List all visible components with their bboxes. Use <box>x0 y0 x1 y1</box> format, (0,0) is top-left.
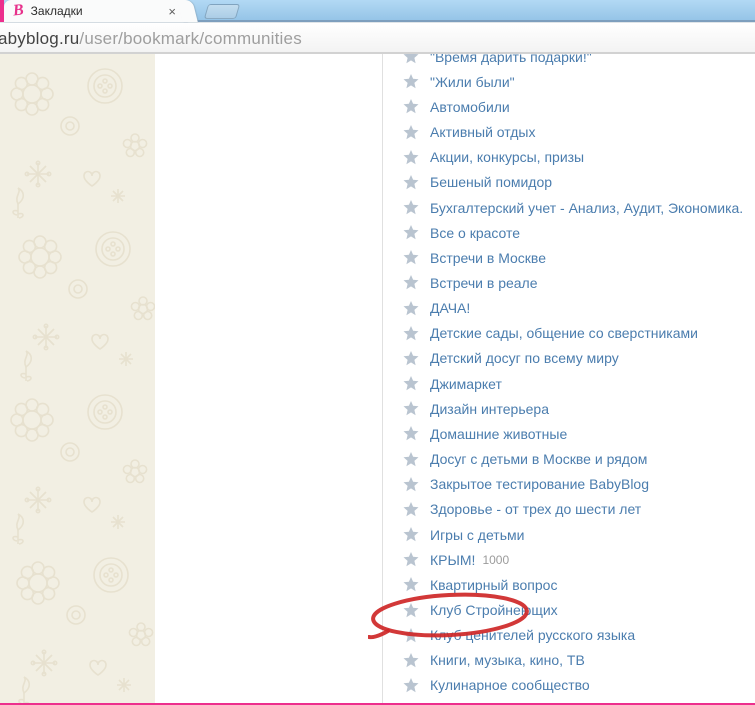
star-icon[interactable] <box>403 74 419 89</box>
bookmark-link[interactable]: Все о красоте <box>430 225 520 241</box>
bookmark-link[interactable]: Встречи в Москве <box>430 250 546 266</box>
decorative-doodle-sidebar <box>0 54 156 705</box>
bookmark-list-item[interactable]: Автомобили <box>383 94 755 119</box>
bookmark-list-item[interactable]: Закрытое тестирование BabyBlog <box>383 472 755 497</box>
bookmark-list-item[interactable]: ДАЧА! <box>383 296 755 321</box>
star-icon[interactable] <box>403 577 419 592</box>
bookmark-list-item[interactable]: Детский досуг по всему миру <box>383 346 755 371</box>
bookmark-link[interactable]: Здоровье - от трех до шести лет <box>430 501 641 517</box>
browser-tab-bookmarks[interactable]: В Закладки × <box>4 0 188 22</box>
bookmark-link[interactable]: "Жили были" <box>430 74 515 90</box>
babyblog-b-icon: В <box>12 1 25 20</box>
star-icon[interactable] <box>403 99 419 114</box>
bookmark-list-item[interactable]: Детские сады, общение со сверстниками <box>383 321 755 346</box>
bookmark-link[interactable]: ДАЧА! <box>430 300 470 316</box>
star-icon[interactable] <box>403 200 419 215</box>
page-content: "Время дарить подарки!" "Жили были" Авто… <box>0 54 755 705</box>
star-icon[interactable] <box>403 149 419 165</box>
tab-close-icon[interactable]: × <box>168 4 176 19</box>
address-bar[interactable]: abyblog.ru/user/bookmark/communities <box>0 22 755 54</box>
star-icon[interactable] <box>403 451 419 467</box>
bookmark-list-item[interactable]: "Жили были" <box>383 69 755 94</box>
bookmark-link[interactable]: Активный отдых <box>430 124 535 140</box>
browser-window: В Закладки × abyblog.ru/user/bookmark/co… <box>0 0 755 705</box>
star-icon[interactable] <box>403 325 419 341</box>
bookmark-list: "Время дарить подарки!" "Жили были" Авто… <box>383 54 755 698</box>
bookmark-list-item[interactable]: Здоровье - от трех до шести лет <box>383 497 755 522</box>
new-tab-button[interactable] <box>203 4 241 19</box>
bookmark-list-item[interactable]: Встречи в Москве <box>383 245 755 270</box>
star-icon[interactable] <box>403 124 419 140</box>
bookmark-list-item[interactable]: Бухгалтерский учет - Анализ, Аудит, Экон… <box>383 195 755 220</box>
bookmark-link[interactable]: Клуб ценителей русского языка <box>430 627 635 643</box>
bookmark-list-item[interactable]: Квартирный вопрос <box>383 572 755 597</box>
bookmark-link[interactable]: Квартирный вопрос <box>430 577 557 593</box>
bookmark-list-item[interactable]: Все о красоте <box>383 220 755 245</box>
bookmark-link[interactable]: Джимаркет <box>430 376 502 392</box>
star-icon[interactable] <box>403 300 419 316</box>
window-frame-pink-edge <box>0 0 4 22</box>
doodle-pattern-icon <box>10 68 156 705</box>
bookmark-list-item[interactable]: "Время дарить подарки!" <box>383 54 755 69</box>
url-path: /user/bookmark/communities <box>79 29 302 48</box>
star-icon[interactable] <box>403 250 419 265</box>
bookmark-count: 1000 <box>482 552 510 567</box>
star-icon[interactable] <box>403 627 419 643</box>
bookmark-list-item[interactable]: Акции, конкурсы, призы <box>383 145 755 170</box>
star-icon[interactable] <box>403 54 419 64</box>
bookmark-list-item[interactable]: Игры с детьми <box>383 522 755 547</box>
bookmark-link[interactable]: Бухгалтерский учет - Анализ, Аудит, Экон… <box>430 200 743 216</box>
star-icon[interactable] <box>403 174 419 190</box>
bookmark-list-item[interactable]: КРЫМ! 1000 <box>383 547 755 572</box>
bookmark-link[interactable]: "Время дарить подарки!" <box>430 54 592 65</box>
star-icon[interactable] <box>403 501 419 517</box>
url-text[interactable]: abyblog.ru/user/bookmark/communities <box>0 29 302 49</box>
bookmark-list-item[interactable]: Домашние животные <box>383 421 755 446</box>
url-domain: abyblog.ru <box>0 29 80 48</box>
bookmark-link[interactable]: Автомобили <box>430 99 510 115</box>
star-icon[interactable] <box>403 275 419 290</box>
bookmark-link[interactable]: Клуб Стройнеющих <box>430 602 558 618</box>
bookmark-list-item[interactable]: Активный отдых <box>383 119 755 144</box>
bookmark-list-item[interactable]: Бешеный помидор <box>383 170 755 195</box>
star-icon[interactable] <box>403 677 419 693</box>
bookmark-list-item[interactable]: Досуг с детьми в Москве и рядом <box>383 447 755 472</box>
bookmark-link[interactable]: Бешеный помидор <box>430 174 552 190</box>
star-icon[interactable] <box>403 652 419 668</box>
bookmark-link[interactable]: Встречи в реале <box>430 275 538 291</box>
star-icon[interactable] <box>403 602 419 618</box>
bookmark-list-item[interactable]: Дизайн интерьера <box>383 396 755 421</box>
bookmark-list-item[interactable]: Встречи в реале <box>383 270 755 295</box>
star-icon[interactable] <box>403 426 419 441</box>
bookmark-list-item[interactable]: Книги, музыка, кино, ТВ <box>383 648 755 673</box>
star-icon[interactable] <box>403 552 419 567</box>
bookmark-link[interactable]: Книги, музыка, кино, ТВ <box>430 652 585 668</box>
bookmark-link[interactable]: Дизайн интерьера <box>430 401 549 417</box>
star-icon[interactable] <box>403 401 419 416</box>
bookmark-link[interactable]: Домашние животные <box>430 426 567 442</box>
bookmark-link[interactable]: Детские сады, общение со сверстниками <box>430 325 698 341</box>
bookmark-link[interactable]: Игры с детьми <box>430 527 524 543</box>
bookmark-link[interactable]: Досуг с детьми в Москве и рядом <box>430 451 647 467</box>
bookmark-link[interactable]: Акции, конкурсы, призы <box>430 149 584 165</box>
star-icon[interactable] <box>403 376 419 391</box>
star-icon[interactable] <box>403 476 419 492</box>
bookmark-list-item[interactable]: Кулинарное сообщество <box>383 673 755 698</box>
star-icon[interactable] <box>403 527 419 542</box>
star-icon[interactable] <box>403 350 419 366</box>
bookmark-link[interactable]: КРЫМ! <box>430 552 475 568</box>
bookmark-link[interactable]: Детский досуг по всему миру <box>430 350 619 366</box>
tab-title: Закладки <box>30 4 83 18</box>
star-icon[interactable] <box>403 225 419 240</box>
bookmark-list-item[interactable]: Джимаркет <box>383 371 755 396</box>
bookmark-list-item[interactable]: Клуб Стройнеющих <box>383 597 755 622</box>
bookmark-link[interactable]: Кулинарное сообщество <box>430 677 590 693</box>
bookmark-link[interactable]: Закрытое тестирование BabyBlog <box>430 476 649 492</box>
bookmark-list-item[interactable]: Клуб ценителей русского языка <box>383 623 755 648</box>
